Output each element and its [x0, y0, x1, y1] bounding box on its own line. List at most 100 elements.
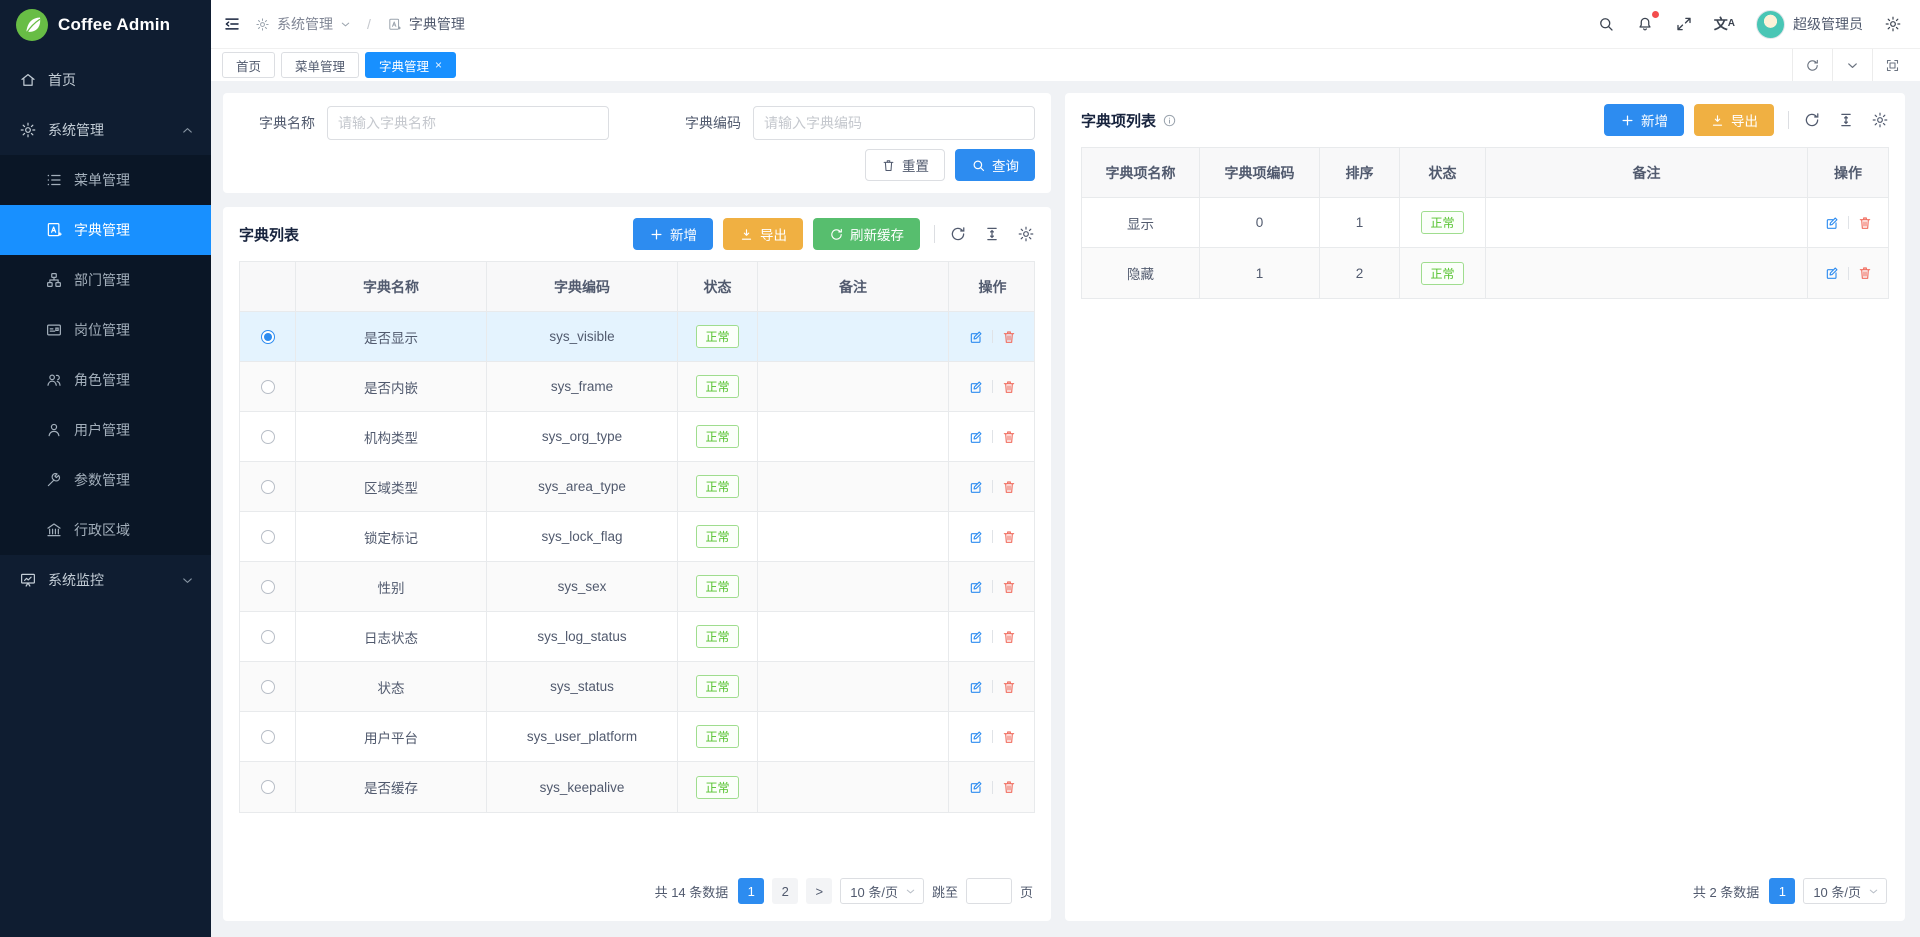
edit-icon[interactable]	[1824, 215, 1840, 231]
edit-icon[interactable]	[1824, 265, 1840, 281]
sidebar-item-post-mgmt[interactable]: 岗位管理	[0, 305, 211, 355]
edit-icon[interactable]	[968, 779, 984, 795]
table-row[interactable]: 状态 sys_status 正常	[240, 662, 1034, 712]
sidebar-item-role-mgmt[interactable]: 角色管理	[0, 355, 211, 405]
tab-home[interactable]: 首页	[222, 52, 275, 78]
table-settings-gear-icon[interactable]	[1017, 225, 1035, 243]
translate-icon[interactable]: 文A	[1714, 17, 1735, 31]
user-menu[interactable]: 超级管理员	[1756, 10, 1863, 39]
delete-icon[interactable]	[1001, 579, 1017, 595]
delete-icon[interactable]	[1001, 379, 1017, 395]
export-dict-item-button[interactable]: 导出	[1694, 104, 1774, 136]
delete-icon[interactable]	[1001, 479, 1017, 495]
page-size-select[interactable]: 10 条/页	[1803, 878, 1887, 904]
edit-icon[interactable]	[968, 379, 984, 395]
sidebar-item-system[interactable]: 系统管理	[0, 105, 211, 155]
delete-icon[interactable]	[1001, 779, 1017, 795]
table-row[interactable]: 隐藏 1 2 正常	[1082, 248, 1888, 298]
edit-icon[interactable]	[968, 679, 984, 695]
refresh-cache-button[interactable]: 刷新缓存	[813, 218, 920, 250]
chevron-down-icon	[1868, 886, 1879, 897]
refresh-table-icon[interactable]	[1803, 111, 1821, 129]
table-row[interactable]: 是否缓存 sys_keepalive 正常	[240, 762, 1034, 812]
breadcrumb-parent[interactable]: 系统管理	[255, 14, 351, 34]
info-icon[interactable]	[1162, 113, 1177, 128]
page-jump-input[interactable]	[966, 878, 1012, 904]
close-tab-icon[interactable]: ×	[435, 58, 442, 72]
delete-icon[interactable]	[1001, 429, 1017, 445]
table-row[interactable]: 是否显示 sys_visible 正常	[240, 312, 1034, 362]
dictionary-icon	[45, 221, 63, 239]
row-radio[interactable]	[261, 380, 275, 394]
edit-icon[interactable]	[968, 479, 984, 495]
sidebar-item-monitor[interactable]: 系统监控	[0, 555, 211, 605]
sidebar-item-home[interactable]: 首页	[0, 55, 211, 105]
add-dict-button[interactable]: 新增	[633, 218, 713, 250]
sidebar-collapse-icon[interactable]	[223, 15, 241, 33]
refresh-table-icon[interactable]	[949, 225, 967, 243]
query-button[interactable]: 查询	[955, 149, 1035, 181]
row-radio[interactable]	[261, 580, 275, 594]
edit-icon[interactable]	[968, 429, 984, 445]
table-row[interactable]: 用户平台 sys_user_platform 正常	[240, 712, 1034, 762]
notifications-bell-icon[interactable]	[1636, 15, 1654, 33]
add-dict-item-button[interactable]: 新增	[1604, 104, 1684, 136]
user-icon	[45, 421, 63, 439]
sidebar-item-dict-mgmt[interactable]: 字典管理	[0, 205, 211, 255]
page-button-2[interactable]: 2	[772, 878, 798, 904]
table-row[interactable]: 是否内嵌 sys_frame 正常	[240, 362, 1034, 412]
row-height-icon[interactable]	[1837, 111, 1855, 129]
sidebar-item-dept-mgmt[interactable]: 部门管理	[0, 255, 211, 305]
row-radio[interactable]	[261, 630, 275, 644]
delete-icon[interactable]	[1001, 329, 1017, 345]
table-row[interactable]: 锁定标记 sys_lock_flag 正常	[240, 512, 1034, 562]
edit-icon[interactable]	[968, 729, 984, 745]
delete-icon[interactable]	[1857, 265, 1873, 281]
tab-menu-mgmt[interactable]: 菜单管理	[281, 52, 359, 78]
table-settings-gear-icon[interactable]	[1871, 111, 1889, 129]
edit-icon[interactable]	[968, 579, 984, 595]
row-radio[interactable]	[261, 480, 275, 494]
delete-icon[interactable]	[1857, 215, 1873, 231]
delete-icon[interactable]	[1001, 679, 1017, 695]
delete-icon[interactable]	[1001, 529, 1017, 545]
maximize-content-icon[interactable]	[1872, 49, 1912, 81]
sidebar-item-user-mgmt[interactable]: 用户管理	[0, 405, 211, 455]
sidebar-item-param-mgmt[interactable]: 参数管理	[0, 455, 211, 505]
fullscreen-icon[interactable]	[1675, 15, 1693, 33]
delete-icon[interactable]	[1001, 629, 1017, 645]
row-height-icon[interactable]	[983, 225, 1001, 243]
page-button-1[interactable]: 1	[1769, 878, 1795, 904]
export-dict-button[interactable]: 导出	[723, 218, 803, 250]
row-radio[interactable]	[261, 680, 275, 694]
row-radio[interactable]	[261, 530, 275, 544]
dict-name-input[interactable]	[327, 106, 609, 140]
tab-options-chevron-icon[interactable]	[1832, 49, 1872, 81]
delete-icon[interactable]	[1001, 729, 1017, 745]
refresh-page-icon[interactable]	[1792, 49, 1832, 81]
reset-button[interactable]: 重置	[865, 149, 945, 181]
row-radio[interactable]	[261, 730, 275, 744]
settings-gear-icon[interactable]	[1884, 15, 1902, 33]
row-radio[interactable]	[261, 780, 275, 794]
sidebar-item-region[interactable]: 行政区域	[0, 505, 211, 555]
edit-icon[interactable]	[968, 629, 984, 645]
table-row[interactable]: 区域类型 sys_area_type 正常	[240, 462, 1034, 512]
table-row[interactable]: 性别 sys_sex 正常	[240, 562, 1034, 612]
table-row[interactable]: 显示 0 1 正常	[1082, 198, 1888, 248]
table-row[interactable]: 日志状态 sys_log_status 正常	[240, 612, 1034, 662]
page-size-select[interactable]: 10 条/页	[840, 878, 924, 904]
search-icon[interactable]	[1597, 15, 1615, 33]
table-row[interactable]: 机构类型 sys_org_type 正常	[240, 412, 1034, 462]
edit-icon[interactable]	[968, 529, 984, 545]
tab-dict-mgmt[interactable]: 字典管理 ×	[365, 52, 456, 78]
sidebar-item-menu-mgmt[interactable]: 菜单管理	[0, 155, 211, 205]
dict-code-input[interactable]	[753, 106, 1035, 140]
main-content: 字典名称 字典编码 重置 查询	[211, 81, 1920, 937]
page-button-1[interactable]: 1	[738, 878, 764, 904]
row-radio[interactable]	[261, 330, 275, 344]
next-page-button[interactable]: >	[806, 878, 832, 904]
edit-icon[interactable]	[968, 329, 984, 345]
chevron-down-icon	[180, 573, 195, 588]
row-radio[interactable]	[261, 430, 275, 444]
